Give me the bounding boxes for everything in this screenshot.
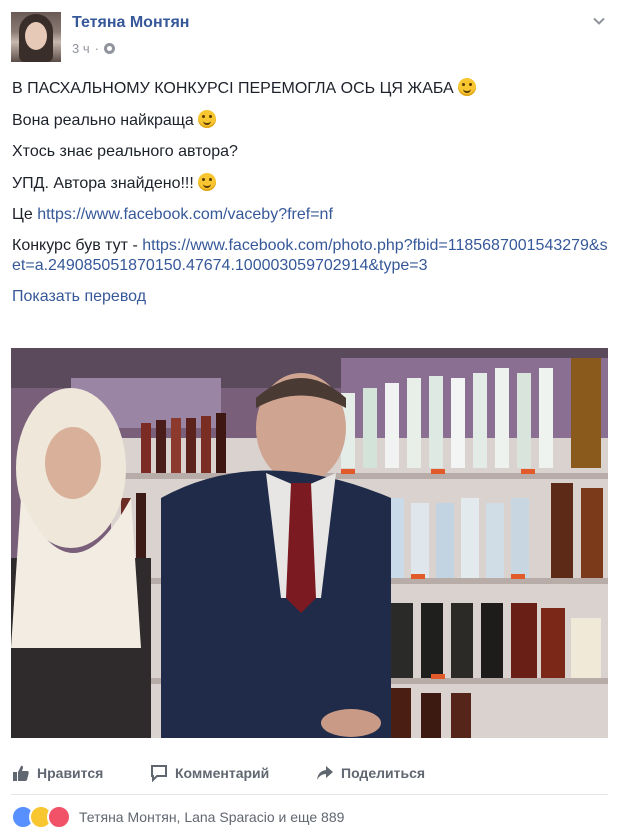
comment-button[interactable]: Комментарий xyxy=(150,764,269,782)
share-icon xyxy=(317,766,333,780)
smile-emoji-icon xyxy=(197,173,216,191)
reactions-summary[interactable]: Тетяна Монтян, Lana Sparacio и еще 889 xyxy=(11,805,344,829)
reactions-text: Тетяна Монтян, Lana Sparacio и еще 889 xyxy=(79,809,345,825)
share-label: Поделиться xyxy=(341,765,426,781)
smile-emoji-icon xyxy=(457,78,476,96)
divider xyxy=(11,794,608,795)
thumbs-up-icon xyxy=(13,765,29,781)
globe-icon[interactable] xyxy=(103,43,115,54)
post-line-5: Це https://www.facebook.com/vaceby?fref=… xyxy=(12,206,333,223)
author-name[interactable]: Тетяна Монтян xyxy=(72,14,189,32)
post-line-1: В ПАСХАЛЬНОМУ КОНКУРСІ ПЕРЕМОГЛА ОСЬ ЦЯ … xyxy=(12,78,612,99)
post-meta: 3 ч · xyxy=(72,41,115,56)
comment-icon xyxy=(151,765,167,782)
like-button[interactable]: Нравится xyxy=(12,764,103,782)
post-actions: Нравится Комментарий Поделиться xyxy=(0,758,620,790)
love-reaction-icon xyxy=(47,805,71,829)
translate-link[interactable]: Показать перевод xyxy=(12,288,146,305)
translate-row: Показать перевод xyxy=(12,287,612,307)
post-line-6: Конкурс був тут - https://www.facebook.c… xyxy=(12,237,608,274)
facebook-post: Тетяна Монтян 3 ч · В ПАСХАЛЬНОМУ КОНКУР… xyxy=(0,0,620,834)
share-button[interactable]: Поделиться xyxy=(316,764,425,782)
post-text: В ПАСХАЛЬНОМУ КОНКУРСІ ПЕРЕМОГЛА ОСЬ ЦЯ … xyxy=(12,78,612,318)
comment-label: Комментарий xyxy=(175,765,270,781)
post-line-2: Вона реально найкраща xyxy=(12,110,612,131)
post-time[interactable]: 3 ч xyxy=(72,41,90,56)
author-avatar[interactable] xyxy=(11,12,61,62)
meta-separator: · xyxy=(94,41,99,56)
post-line-3: Хтось знає реального автора? xyxy=(12,143,238,160)
smile-emoji-icon xyxy=(197,110,216,128)
post-photo[interactable] xyxy=(11,348,608,738)
photo-illustration xyxy=(11,348,608,738)
vaceby-link[interactable]: https://www.facebook.com/vaceby?fref=nf xyxy=(37,206,333,223)
post-line-4: УПД. Автора знайдено!!! xyxy=(12,173,612,194)
chevron-down-icon[interactable] xyxy=(592,14,606,28)
like-label: Нравится xyxy=(37,765,104,781)
